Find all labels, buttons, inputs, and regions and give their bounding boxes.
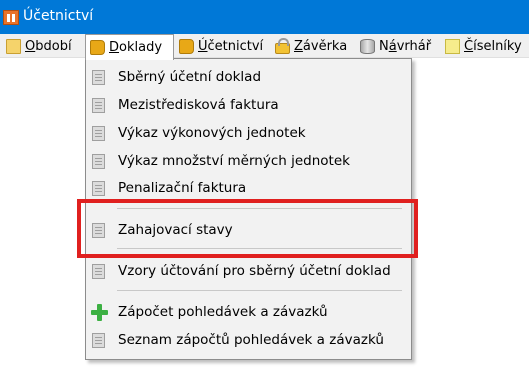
menu-item-label: Vzory účtování pro sběrný účetní doklad [118, 263, 391, 279]
highlight-box [77, 199, 418, 258]
document-icon [92, 263, 105, 279]
book-icon [179, 38, 194, 54]
document-icon [92, 125, 105, 141]
document-icon [92, 180, 105, 196]
plus-icon [91, 303, 108, 321]
menu-bar: Období Doklady Účetnictví Závěrka Návrhá… [0, 34, 529, 60]
menu-item-label: Seznam zápočtů pohledávek a závazků [118, 332, 384, 348]
title-bar: Účetnictví [0, 0, 529, 34]
menu-zaverka-label: Závěrka [294, 38, 348, 54]
menu-item-sberny-ucetni-doklad[interactable]: Sběrný účetní doklad [86, 63, 411, 91]
menu-item-zapocet[interactable]: Zápočet pohledávek a závazků [86, 298, 411, 326]
document-icon [92, 153, 105, 169]
menu-item-label: Penalizační faktura [118, 180, 247, 196]
menu-ucetnictvi[interactable]: Účetnictví [175, 34, 270, 58]
menu-doklady[interactable]: Doklady [85, 34, 174, 60]
note-icon [445, 38, 460, 54]
menu-item-vykaz-vykonovych-jednotek[interactable]: Výkaz výkonových jednotek [86, 119, 411, 147]
window-title: Účetnictví [23, 8, 94, 24]
menu-item-label: Mezistředisková faktura [118, 97, 279, 113]
menu-item-vykaz-mnozstvi[interactable]: Výkaz množství měrných jednotek [86, 147, 411, 175]
menu-doklady-label: Doklady [109, 40, 163, 55]
menu-ciselniky-label: Číselníky [464, 38, 522, 54]
book-icon [90, 40, 105, 55]
database-icon [360, 38, 375, 54]
folder-icon [6, 38, 21, 54]
menu-item-vzory-uctovani[interactable]: Vzory účtování pro sběrný účetní doklad [86, 257, 411, 285]
menu-item-seznam-zapoctu[interactable]: Seznam zápočtů pohledávek a závazků [86, 326, 411, 354]
menu-item-label: Sběrný účetní doklad [118, 69, 262, 85]
app-icon [3, 10, 19, 25]
menu-ucetnictvi-label: Účetnictví [198, 38, 264, 54]
document-icon [92, 332, 105, 348]
menu-obdobi[interactable]: Období [2, 34, 85, 58]
menu-obdobi-label: Období [25, 38, 72, 54]
document-icon [92, 69, 105, 85]
document-icon [92, 97, 105, 113]
menu-item-label: Zápočet pohledávek a závazků [118, 304, 328, 320]
menu-navrhar-label: Návrhář [379, 38, 432, 54]
menu-item-penalizacni-faktura[interactable]: Penalizační faktura [86, 174, 411, 202]
menu-item-label: Výkaz množství měrných jednotek [118, 153, 350, 169]
menu-separator [117, 290, 402, 291]
lock-icon [275, 37, 290, 54]
menu-zaverka[interactable]: Závěrka [271, 34, 355, 58]
menu-ciselniky[interactable]: Číselníky [441, 34, 529, 58]
menu-item-label: Výkaz výkonových jednotek [118, 125, 306, 141]
menu-item-mezistrediskova-faktura[interactable]: Mezistředisková faktura [86, 91, 411, 119]
menu-navrhar[interactable]: Návrhář [356, 34, 440, 58]
